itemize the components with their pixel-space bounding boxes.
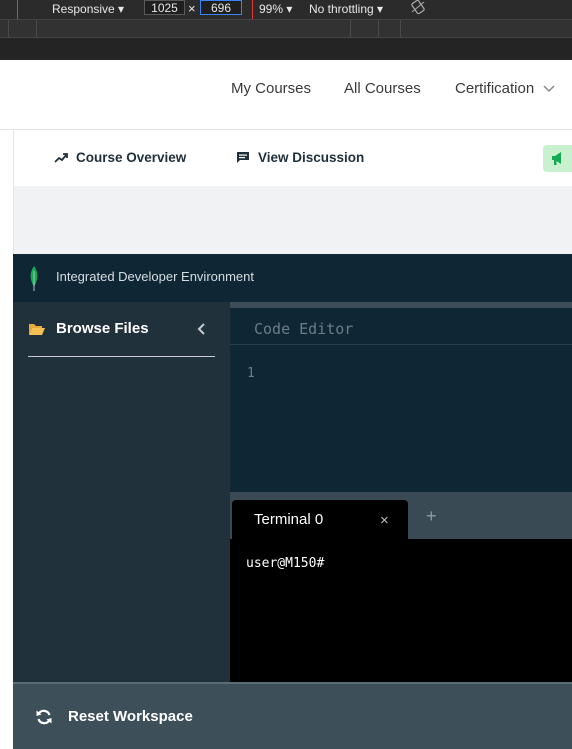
nav-my-courses[interactable]: My Courses (231, 80, 311, 97)
course-overview-label: Course Overview (76, 150, 187, 165)
terminal-prompt: user@M150# (246, 556, 325, 571)
browse-files-label: Browse Files (56, 320, 149, 337)
terminal-tab[interactable]: Terminal 0 × (232, 500, 408, 539)
view-discussion-link[interactable]: View Discussion (236, 150, 364, 165)
terminal-tab-label: Terminal 0 (254, 511, 324, 528)
reset-workspace-button[interactable]: Reset Workspace (13, 682, 572, 749)
trending-up-icon (54, 152, 68, 163)
view-discussion-label: View Discussion (258, 150, 365, 165)
reset-workspace-label: Reset Workspace (68, 708, 193, 725)
zoom-select[interactable]: 99% ▾ (259, 2, 292, 16)
editor-divider (230, 344, 572, 345)
nav-certification-label: Certification (455, 80, 535, 97)
terminal-tab-bar: Terminal 0 × + (230, 492, 572, 539)
terminal-console[interactable]: user@M150# (230, 539, 572, 682)
discussion-icon (237, 152, 249, 163)
mongodb-leaf-icon (30, 266, 38, 291)
ide-header: Integrated Developer Environment (13, 254, 572, 302)
course-overview-link[interactable]: Course Overview (54, 150, 186, 165)
refresh-icon (36, 709, 52, 725)
devtools-gutter (0, 38, 572, 60)
nav-all-courses[interactable]: All Courses (344, 80, 421, 97)
ide-title: Integrated Developer Environment (56, 269, 255, 284)
collapse-sidebar-icon[interactable] (196, 322, 206, 336)
nav-certification[interactable]: Certification (455, 80, 556, 97)
announcement-button[interactable] (543, 145, 572, 172)
site-header: My Courses All Courses Certification (0, 60, 572, 130)
sidebar-divider (28, 356, 215, 357)
content-spacer (14, 186, 572, 254)
rotate-icon[interactable] (410, 0, 426, 17)
code-editor-title: Code Editor (254, 320, 354, 338)
folder-open-icon (29, 324, 45, 335)
throttling-select[interactable]: No throttling ▾ (309, 2, 383, 16)
course-subnav: Course Overview View Discussion (14, 130, 572, 186)
add-terminal-icon[interactable]: + (426, 506, 437, 527)
line-number: 1 (247, 366, 255, 381)
file-browser-sidebar: Browse Files (13, 302, 230, 682)
media-query-ruler (0, 19, 572, 38)
chevron-down-icon (543, 85, 555, 93)
close-icon[interactable]: × (380, 512, 389, 529)
code-editor[interactable]: Code Editor 1 (230, 302, 572, 492)
megaphone-icon (552, 152, 561, 165)
